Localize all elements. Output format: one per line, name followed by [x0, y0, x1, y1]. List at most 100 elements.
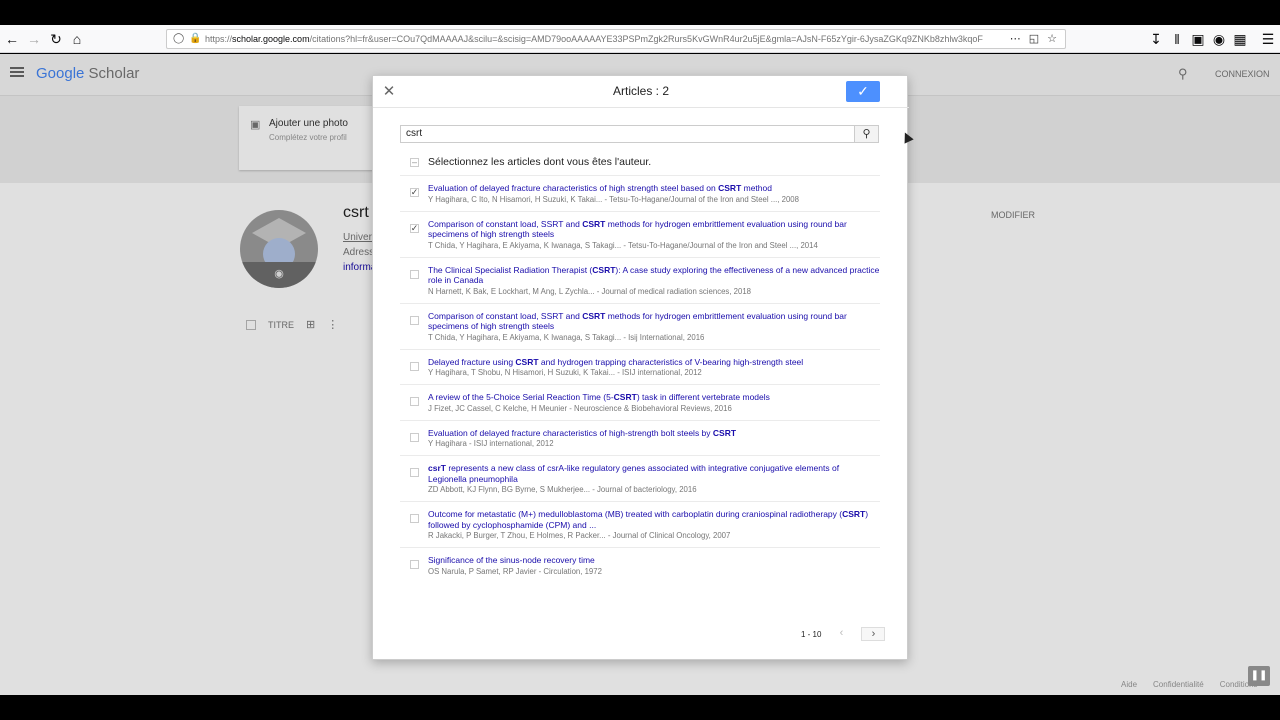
select-all-row: Sélectionnez les articles dont vous êtes…: [410, 156, 651, 168]
article-row[interactable]: Delayed fracture using CSRT and hydrogen…: [400, 348, 880, 385]
select-all-checkbox[interactable]: [410, 157, 419, 167]
back-icon[interactable]: ←: [1, 25, 23, 53]
article-title-highlight: CSRT: [592, 264, 616, 275]
os-top-bar: [0, 0, 1280, 25]
article-title[interactable]: Comparison of constant load, SSRT and CS…: [428, 219, 880, 240]
address-bar[interactable]: ◯ 🔒 https://scholar.google.com/citations…: [166, 29, 1066, 49]
article-checkbox[interactable]: [410, 269, 419, 279]
url-prefix: https://: [205, 34, 233, 44]
article-row[interactable]: A review of the 5-Choice Serial Reaction…: [400, 384, 880, 420]
article-title[interactable]: csrT represents a new class of csrA-like…: [428, 463, 880, 484]
article-title-highlight: CSRT: [712, 427, 737, 438]
article-title[interactable]: Comparison of constant load, SSRT and CS…: [428, 311, 880, 332]
article-title-text: Comparison of constant load, SSRT and: [428, 310, 583, 321]
more-icon[interactable]: ⋯: [1010, 32, 1021, 45]
article-meta: J Fizet, JC Cassel, C Kelche, H Meunier …: [428, 403, 732, 413]
article-checkbox[interactable]: [410, 432, 419, 442]
article-title-highlight: CSRT: [613, 392, 637, 402]
article-title[interactable]: Outcome for metastatic (M+) medulloblast…: [428, 509, 880, 530]
confirm-button[interactable]: ✓: [846, 81, 880, 102]
article-meta: OS Narula, P Samet, RP Javier - Circulat…: [428, 566, 602, 576]
browser-toolbar: ← → ↻ ⌂ ◯ 🔒 https://scholar.google.com/c…: [0, 25, 1280, 53]
article-meta: ZD Abbott, KJ Flynn, BG Byrne, S Mukherj…: [428, 485, 697, 494]
article-meta: Y Hagihara - ISIJ international, 2012: [428, 439, 554, 448]
article-title-highlight: CSRT: [842, 509, 866, 519]
article-row[interactable]: Evaluation of delayed fracture character…: [400, 419, 880, 456]
article-row[interactable]: Outcome for metastatic (M+) medulloblast…: [400, 501, 880, 547]
library-icon[interactable]: ‖: [1166, 25, 1188, 53]
extension-icon[interactable]: ▦: [1229, 25, 1251, 53]
article-row[interactable]: The Clinical Specialist Radiation Therap…: [400, 256, 880, 303]
article-title-highlight: CSRT: [582, 218, 606, 229]
article-title-text: method: [741, 183, 772, 193]
article-title-highlight: csrT: [428, 463, 446, 473]
article-title[interactable]: A review of the 5-Choice Serial Reaction…: [428, 392, 880, 403]
article-meta: T Chida, Y Hagihara, E Akiyama, K Iwanag…: [428, 332, 705, 342]
pause-icon[interactable]: ❚❚: [1248, 666, 1270, 686]
download-icon[interactable]: ↧: [1145, 25, 1167, 53]
article-row[interactable]: Comparison of constant load, SSRT and CS…: [400, 302, 880, 349]
articles-dialog: ✕ Articles : 2 ✓ csrt ⚲ Sélectionnez les…: [372, 75, 909, 660]
divider: [373, 107, 909, 108]
article-checkbox[interactable]: ✓: [410, 187, 419, 197]
dialog-title: Articles : 2: [612, 84, 669, 98]
home-icon[interactable]: ⌂: [66, 25, 88, 53]
article-list: ✓ Evaluation of delayed fracture characte…: [400, 175, 880, 583]
lock-icon: 🔒: [189, 33, 202, 44]
reload-icon[interactable]: ↻: [45, 25, 67, 53]
article-title-text: Significance of the sinus-node recovery …: [428, 555, 595, 565]
article-meta: Y Hagihara, T Shobu, N Hisamori, H Suzuk…: [428, 368, 702, 377]
search-button[interactable]: ⚲: [855, 125, 879, 143]
article-checkbox[interactable]: [410, 361, 419, 371]
article-checkbox[interactable]: ✓: [410, 223, 419, 233]
article-meta: T Chida, Y Hagihara, E Akiyama, K Iwanag…: [428, 240, 818, 250]
article-row[interactable]: ✓ Evaluation of delayed fracture characte…: [400, 175, 880, 211]
article-search-input[interactable]: csrt: [400, 125, 855, 143]
article-title[interactable]: Delayed fracture using CSRT and hydrogen…: [428, 357, 880, 368]
url-rest: /citations?hl=fr&user=COu7QdMAAAAJ&scilu…: [309, 34, 983, 44]
article-checkbox[interactable]: [410, 397, 419, 406]
article-title-text: ) task in different vertebrate models: [636, 392, 770, 402]
account-icon[interactable]: ◉: [1208, 25, 1230, 53]
url-domain: scholar.google.com: [232, 34, 310, 44]
page-range: 1 - 10: [801, 629, 822, 639]
article-title[interactable]: The Clinical Specialist Radiation Therap…: [428, 265, 880, 286]
article-meta: R Jakacki, P Burger, T Zhou, E Holmes, R…: [428, 531, 731, 540]
article-title-text: Outcome for metastatic (M+) medulloblast…: [428, 509, 843, 519]
article-title-text: Comparison of constant load, SSRT and: [428, 218, 583, 229]
url-actions: ⋯ ◱ ☆: [1010, 32, 1057, 45]
forward-icon[interactable]: →: [23, 25, 45, 53]
article-meta: N Harnett, K Bak, E Lockhart, M Ang, L Z…: [428, 286, 752, 296]
article-title-highlight: CSRT: [515, 356, 539, 367]
article-checkbox[interactable]: [410, 315, 419, 325]
article-checkbox[interactable]: [410, 514, 419, 523]
select-all-label: Sélectionnez les articles dont vous êtes…: [428, 156, 652, 168]
article-title-text: represents a new class of csrA-like regu…: [428, 463, 840, 484]
pocket-icon[interactable]: ◱: [1029, 32, 1039, 45]
article-row[interactable]: ✓ Comparison of constant load, SSRT and C…: [400, 210, 880, 257]
article-row[interactable]: Significance of the sinus-node recovery …: [400, 547, 880, 583]
bookmark-star-icon[interactable]: ☆: [1047, 32, 1057, 45]
article-title[interactable]: Significance of the sinus-node recovery …: [428, 555, 880, 566]
article-title-highlight: CSRT: [718, 183, 742, 193]
article-title[interactable]: Evaluation of delayed fracture character…: [428, 183, 880, 194]
next-page-button[interactable]: ›: [861, 627, 886, 641]
article-meta: Y Hagihara, C Ito, N Hisamori, H Suzuki,…: [428, 194, 799, 204]
sidebar-icon[interactable]: ▣: [1187, 25, 1209, 53]
article-row[interactable]: csrT represents a new class of csrA-like…: [400, 455, 880, 501]
shield-icon: ◯: [173, 33, 185, 44]
menu-icon[interactable]: ☰: [1257, 25, 1279, 53]
article-title-text: Delayed fracture using: [428, 356, 516, 367]
article-title-highlight: CSRT: [582, 310, 606, 321]
os-bottom-bar: [0, 695, 1280, 720]
pagination: 1 - 10 ‹ ›: [801, 627, 886, 641]
article-title-text: Evaluation of delayed fracture character…: [428, 183, 719, 193]
article-checkbox[interactable]: [410, 468, 419, 477]
article-checkbox[interactable]: [410, 560, 419, 569]
article-title-text: The Clinical Specialist Radiation Therap…: [428, 264, 593, 275]
article-title-text: Evaluation of delayed fracture character…: [428, 427, 713, 438]
article-title-text: A review of the 5-Choice Serial Reaction…: [428, 392, 614, 402]
prev-page-button[interactable]: ‹: [829, 627, 853, 641]
article-title-text: and hydrogen trapping characteristics of…: [538, 356, 804, 367]
article-title[interactable]: Evaluation of delayed fracture character…: [428, 428, 880, 439]
